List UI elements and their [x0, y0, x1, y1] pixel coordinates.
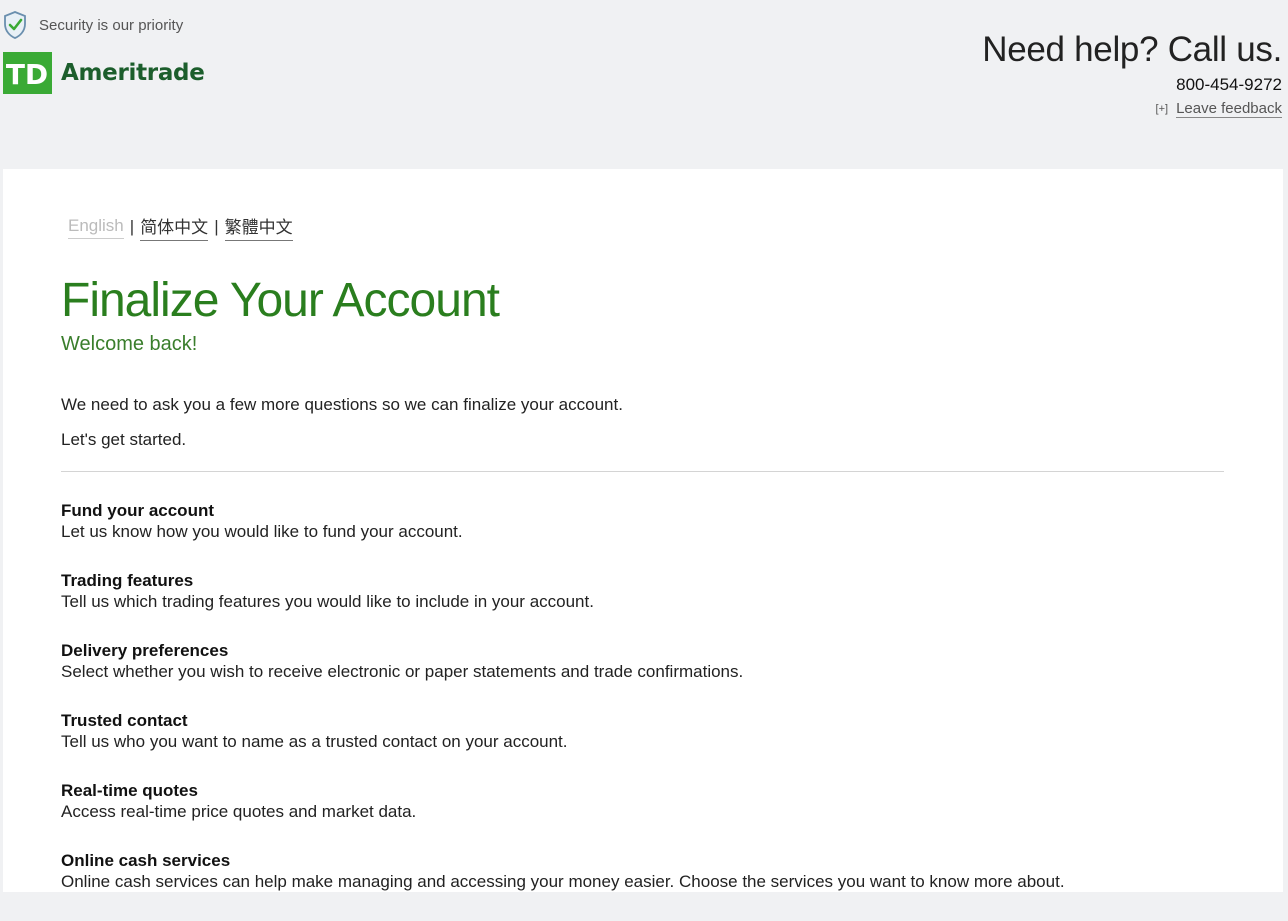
intro-text-started: Let's get started.	[61, 430, 187, 449]
leave-feedback-link[interactable]: Leave feedback	[1176, 100, 1282, 118]
main-content-card: English | 简体中文 | 繁體中文 Finalize Your Acco…	[3, 169, 1283, 892]
step-trading-features: Trading features Tell us which trading f…	[61, 571, 1065, 641]
step-title: Fund your account	[61, 501, 214, 520]
page-title: Finalize Your Account	[61, 274, 500, 327]
step-title: Online cash services	[61, 851, 231, 870]
shield-check-icon	[4, 11, 26, 39]
step-description: Online cash services can help make manag…	[61, 872, 1065, 891]
step-title: Trading features	[61, 571, 194, 590]
feedback-link-group: [+] Leave feedback	[982, 100, 1282, 118]
help-contact: Need help? Call us. 800-454-9272 [+] Lea…	[982, 30, 1282, 118]
steps-list: Fund your account Let us know how you wo…	[61, 501, 1065, 921]
language-traditional-chinese[interactable]: 繁體中文	[224, 213, 293, 241]
step-delivery-preferences: Delivery preferences Select whether you …	[61, 641, 1065, 711]
security-notice: Security is our priority	[3, 10, 183, 40]
brand-name: Ameritrade	[61, 60, 205, 86]
language-simplified-chinese[interactable]: 简体中文	[140, 213, 209, 241]
step-title: Delivery preferences	[61, 641, 229, 660]
welcome-subtitle: Welcome back!	[61, 333, 198, 355]
td-ameritrade-logo[interactable]: TD Ameritrade	[3, 52, 205, 94]
step-title: Real-time quotes	[61, 781, 198, 800]
step-online-cash-services: Online cash services Online cash service…	[61, 851, 1065, 921]
language-separator: |	[129, 217, 135, 236]
language-english[interactable]: English	[68, 216, 124, 239]
phone-number[interactable]: 800-454-9272	[982, 74, 1282, 96]
step-trusted-contact: Trusted contact Tell us who you want to …	[61, 711, 1065, 781]
language-separator: |	[214, 217, 219, 236]
td-logo-mark: TD	[3, 52, 52, 94]
svg-text:TD: TD	[6, 58, 48, 91]
intro-text: We need to ask you a few more questions …	[61, 395, 623, 414]
step-fund-account: Fund your account Let us know how you wo…	[61, 501, 1065, 571]
step-description: Tell us who you want to name as a truste…	[61, 732, 568, 751]
step-description: Access real-time price quotes and market…	[61, 802, 417, 821]
page-header: Security is our priority TD Ameritrade N…	[0, 0, 1288, 169]
step-description: Tell us which trading features you would…	[61, 592, 594, 611]
security-text: Security is our priority	[39, 16, 184, 34]
step-description: Select whether you wish to receive elect…	[61, 662, 744, 681]
section-divider	[61, 471, 1224, 472]
step-title: Trusted contact	[61, 711, 188, 730]
help-title: Need help? Call us.	[982, 30, 1282, 69]
step-real-time-quotes: Real-time quotes Access real-time price …	[61, 781, 1065, 851]
language-selector: English | 简体中文 | 繁體中文	[68, 213, 293, 241]
step-description: Let us know how you would like to fund y…	[61, 522, 463, 541]
plus-icon: [+]	[1155, 103, 1169, 115]
